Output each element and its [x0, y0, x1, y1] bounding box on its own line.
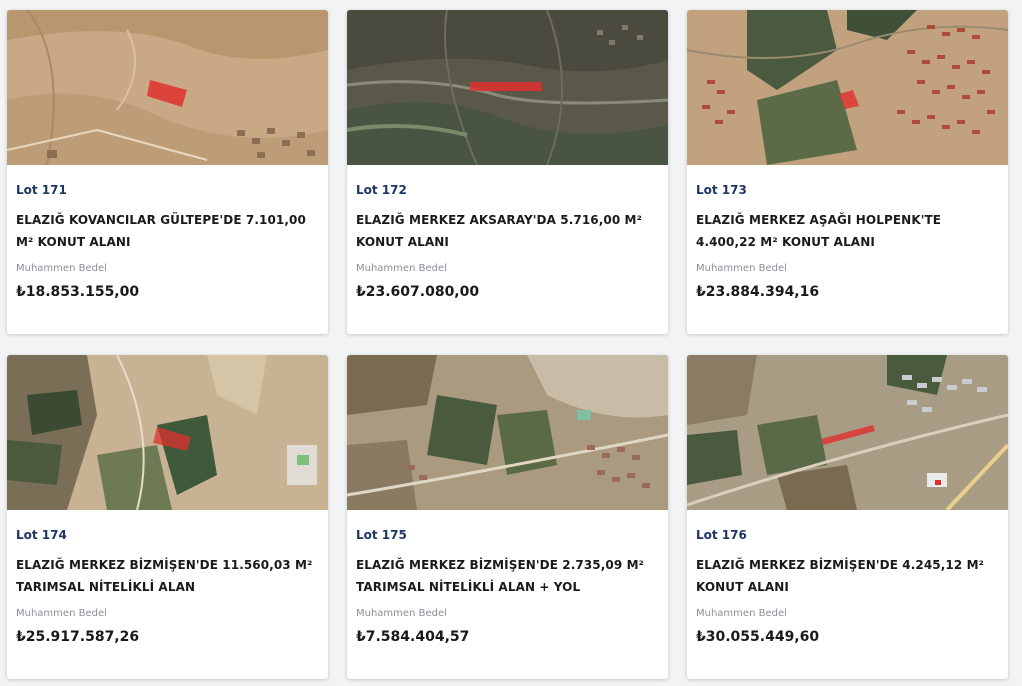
- lot-number: Lot 176: [696, 528, 747, 542]
- lot-price: ₺18.853.155,00: [16, 284, 140, 300]
- satellite-map-icon: [687, 355, 1008, 510]
- lot-card[interactable]: Lot 173 ELAZIĞ MERKEZ AŞAĞI HOLPENK'TE 4…: [687, 10, 1008, 334]
- lot-title[interactable]: ELAZIĞ KOVANCILAR GÜLTEPE'DE 7.101,00 M²…: [16, 209, 319, 257]
- price-label: Muhammen Bedel: [356, 608, 447, 619]
- lot-title[interactable]: ELAZIĞ MERKEZ BİZMİŞEN'DE 11.560,03 M² T…: [16, 554, 319, 602]
- satellite-map-icon: [7, 10, 328, 165]
- lot-price: ₺25.917.587,26: [16, 629, 140, 645]
- lot-card[interactable]: Lot 176 ELAZIĞ MERKEZ BİZMİŞEN'DE 4.245,…: [687, 355, 1008, 679]
- price-label: Muhammen Bedel: [16, 608, 107, 619]
- price-label: Muhammen Bedel: [356, 263, 447, 274]
- lot-thumbnail[interactable]: [687, 355, 1008, 510]
- lot-number: Lot 171: [16, 183, 67, 197]
- lot-card[interactable]: Lot 172 ELAZIĞ MERKEZ AKSARAY'DA 5.716,0…: [347, 10, 668, 334]
- lot-price: ₺23.607.080,00: [356, 284, 480, 300]
- lot-grid: Lot 171 ELAZIĞ KOVANCILAR GÜLTEPE'DE 7.1…: [7, 10, 1010, 679]
- lot-price: ₺30.055.449,60: [696, 629, 820, 645]
- price-label: Muhammen Bedel: [696, 608, 787, 619]
- lot-card[interactable]: Lot 175 ELAZIĞ MERKEZ BİZMİŞEN'DE 2.735,…: [347, 355, 668, 679]
- lot-number: Lot 172: [356, 183, 407, 197]
- lot-title[interactable]: ELAZIĞ MERKEZ AŞAĞI HOLPENK'TE 4.400,22 …: [696, 209, 999, 257]
- satellite-map-icon: [7, 355, 328, 510]
- lot-title[interactable]: ELAZIĞ MERKEZ AKSARAY'DA 5.716,00 M² KON…: [356, 209, 659, 257]
- satellite-map-icon: [347, 355, 668, 510]
- lot-card[interactable]: Lot 171 ELAZIĞ KOVANCILAR GÜLTEPE'DE 7.1…: [7, 10, 328, 334]
- lot-number: Lot 174: [16, 528, 67, 542]
- lot-price: ₺7.584.404,57: [356, 629, 470, 645]
- lot-title[interactable]: ELAZIĞ MERKEZ BİZMİŞEN'DE 4.245,12 M² KO…: [696, 554, 999, 602]
- lot-title[interactable]: ELAZIĞ MERKEZ BİZMİŞEN'DE 2.735,09 M² TA…: [356, 554, 659, 602]
- lot-thumbnail[interactable]: [687, 10, 1008, 165]
- lot-price: ₺23.884.394,16: [696, 284, 820, 300]
- satellite-map-icon: [687, 10, 1008, 165]
- satellite-map-icon: [347, 10, 668, 165]
- price-label: Muhammen Bedel: [696, 263, 787, 274]
- lot-thumbnail[interactable]: [347, 355, 668, 510]
- lot-number: Lot 173: [696, 183, 747, 197]
- lot-thumbnail[interactable]: [7, 355, 328, 510]
- price-label: Muhammen Bedel: [16, 263, 107, 274]
- lot-thumbnail[interactable]: [7, 10, 328, 165]
- lot-number: Lot 175: [356, 528, 407, 542]
- lot-thumbnail[interactable]: [347, 10, 668, 165]
- lot-card[interactable]: Lot 174 ELAZIĞ MERKEZ BİZMİŞEN'DE 11.560…: [7, 355, 328, 679]
